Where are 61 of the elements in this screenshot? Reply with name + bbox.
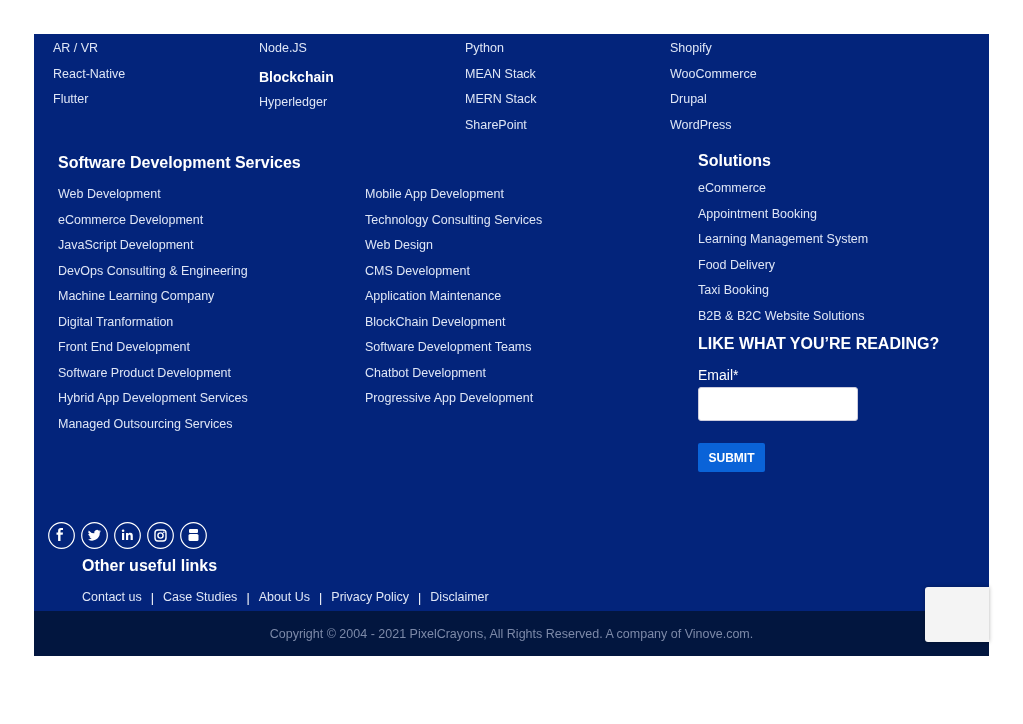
footer-link[interactable]: BlockChain Development [365,309,665,335]
separator: | [150,590,154,605]
section-heading: Other useful links [82,557,219,575]
email-label: Email* [698,367,740,383]
footer-link[interactable]: Software Product Development [58,360,365,386]
footer-link[interactable]: SharePoint [465,112,670,138]
footer-link[interactable]: AR / VR [53,36,259,62]
linkedin-icon[interactable] [114,522,141,549]
footer-link[interactable]: Flutter [53,87,259,113]
footer-link[interactable]: Taxi Booking [698,278,940,304]
footer-link[interactable]: Privacy Policy [331,585,410,611]
section-heading: Software Development Services [58,154,302,172]
footer-link[interactable]: DevOps Consulting & Engineering [58,258,365,284]
footer-link[interactable]: WordPress [670,112,876,138]
column-heading: Blockchain [259,67,335,87]
footer-link[interactable]: React-Native [53,61,259,87]
footer-link[interactable]: Drupal [670,87,876,113]
footer-link[interactable]: Web Development [58,182,365,208]
footer-link[interactable]: Contact us [82,585,142,611]
footer-link[interactable]: Digital Tranformation [58,309,365,335]
footer-link[interactable]: Web Design [365,233,665,259]
footer-link[interactable]: MEAN Stack [465,61,670,87]
footer-link[interactable]: Hybrid App Development Services [58,386,365,412]
instagram-icon[interactable] [147,522,174,549]
section-heading: Solutions [698,152,772,170]
footer-link[interactable]: Technology Consulting Services [365,207,665,233]
footer-link[interactable]: Chatbot Development [365,360,665,386]
footer-link[interactable]: Software Development Teams [365,335,665,361]
footer-link[interactable]: Mobile App Development [365,182,665,208]
footer-link[interactable]: Shopify [670,36,876,62]
footer-link[interactable]: CMS Development [365,258,665,284]
footer-link[interactable]: About Us [258,585,311,611]
footer-link[interactable]: Front End Development [58,335,365,361]
footer-link[interactable]: Application Maintenance [365,284,665,310]
separator: | [319,590,323,605]
facebook-icon[interactable] [48,522,75,549]
footer-link[interactable]: JavaScript Development [58,233,365,259]
footer-link[interactable]: Appointment Booking [698,201,940,227]
separator: | [246,590,250,605]
footer-link[interactable]: Learning Management System [698,227,940,253]
footer-link[interactable]: Disclaimer [430,585,489,611]
email-field[interactable] [698,387,858,421]
footer-link[interactable]: MERN Stack [465,87,670,113]
newsletter-heading: LIKE WHAT YOU’RE READING? [698,335,940,353]
recaptcha-badge [925,587,989,642]
footer-link[interactable]: Machine Learning Company [58,284,365,310]
copyright-text: Copyright © 2004 - 2021 PixelCrayons, All Rights Reserved. A company of Vinove.com. [269,626,754,641]
footer-link[interactable]: WooCommerce [670,61,876,87]
footer-link[interactable]: Progressive App Development [365,386,665,412]
submit-button[interactable]: SUBMIT [698,443,765,472]
footer-link[interactable]: Managed Outsourcing Services [58,411,365,437]
footer-link[interactable]: Python [465,36,670,62]
twitter-icon[interactable] [81,522,108,549]
footer-link[interactable]: Food Delivery [698,252,940,278]
footer-link[interactable]: eCommerce Development [58,207,365,233]
footer-link[interactable]: Node.JS [259,36,465,62]
separator: | [418,590,422,605]
footer-link[interactable]: B2B & B2C Website Solutions [698,303,940,329]
footer-link[interactable]: Case Studies [163,585,238,611]
footer-link[interactable]: eCommerce [698,176,940,202]
footer-link[interactable]: Hyperledger [259,89,465,115]
